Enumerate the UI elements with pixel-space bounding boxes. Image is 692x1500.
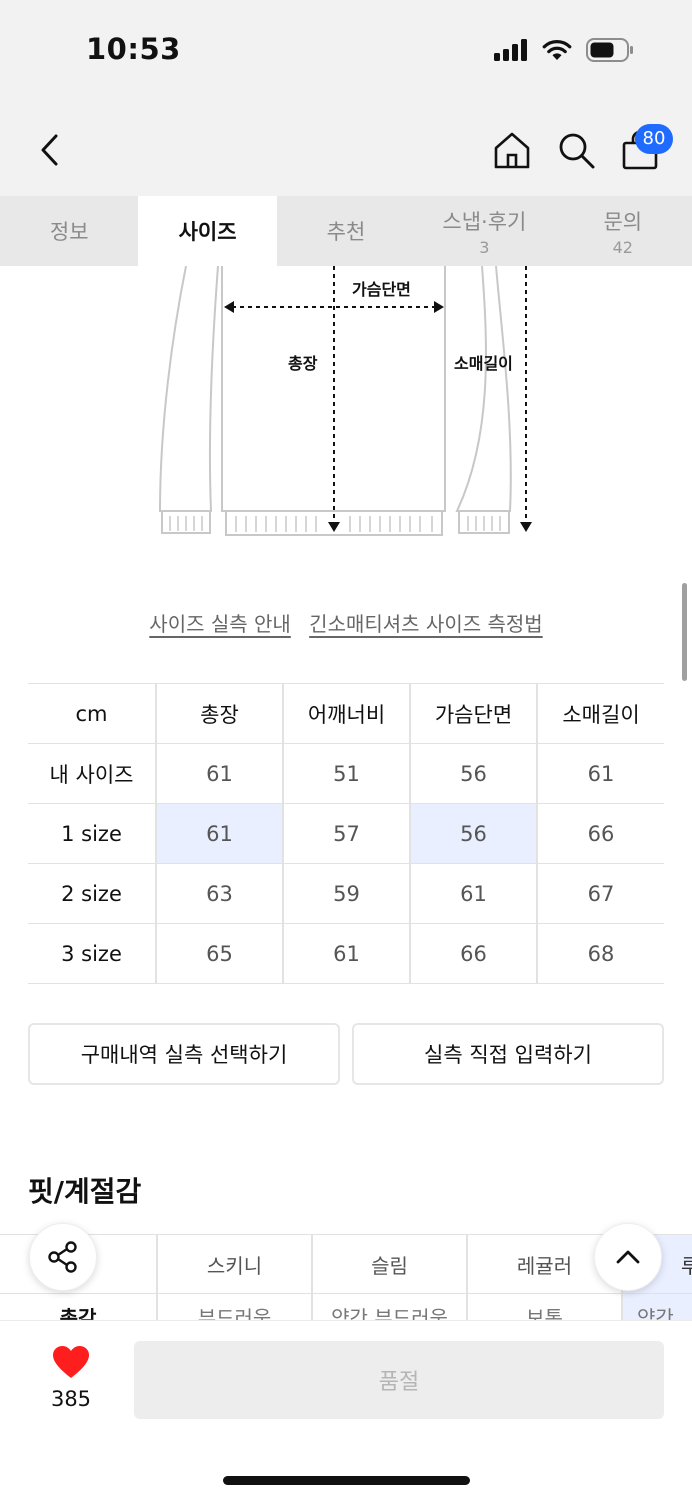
table-cell: 61 <box>282 923 410 984</box>
scrollbar[interactable] <box>682 583 687 681</box>
battery-icon <box>586 38 633 62</box>
size-table: cm 총장 어깨너비 가슴단면 소매길이 내 사이즈 61 51 56 61 1… <box>28 683 664 984</box>
row-label: 3 size <box>28 923 156 984</box>
share-icon <box>48 1241 77 1273</box>
size-guide-links: 사이즈 실측 안내 긴소매티셔츠 사이즈 측정법 <box>0 608 692 637</box>
like-count: 385 <box>50 1387 92 1411</box>
table-cell: 61 <box>536 743 664 804</box>
table-cell: 67 <box>536 863 664 924</box>
status-bar: 10:53 <box>0 0 692 100</box>
bottom-purchase-bar: 385 품절 <box>0 1320 692 1500</box>
table-cell: 68 <box>536 923 664 984</box>
sleeve-length-label: 소매길이 <box>454 354 513 373</box>
table-row: 3 size 65 61 66 68 <box>28 923 664 984</box>
measurement-actions: 구매내역 실측 선택하기 실측 직접 입력하기 <box>28 1023 664 1085</box>
search-button[interactable] <box>556 130 596 170</box>
tab-recommend[interactable]: 추천 <box>277 196 415 266</box>
size-guide-link[interactable]: 사이즈 실측 안내 <box>149 612 291 636</box>
size-measurement-diagram: 가슴단면 총장 소매길이 <box>0 265 692 556</box>
scroll-top-button[interactable] <box>594 1223 662 1291</box>
table-cell: 61 <box>155 743 283 804</box>
table-cell: 56 <box>409 743 537 804</box>
table-header-row: cm 총장 어깨너비 가슴단면 소매길이 <box>28 683 664 744</box>
chevron-left-icon <box>41 134 58 166</box>
header-cell: 가슴단면 <box>409 683 537 744</box>
tab-count: 3 <box>479 237 490 257</box>
fit-row: 핏 스키니 슬림 레귤러 루 <box>0 1234 692 1294</box>
header-cell: 소매길이 <box>536 683 664 744</box>
chest-width-label: 가슴단면 <box>352 280 411 299</box>
chevron-up-icon <box>616 1250 640 1264</box>
tab-label: 문의 <box>603 209 643 234</box>
tab-count: 42 <box>612 237 633 257</box>
home-icon <box>494 132 530 169</box>
soldout-button[interactable]: 품절 <box>134 1341 664 1419</box>
table-row: 1 size 61 57 56 66 <box>28 803 664 864</box>
header-cell: cm <box>28 683 156 744</box>
table-row: 2 size 63 59 61 67 <box>28 863 664 924</box>
table-cell: 66 <box>409 923 537 984</box>
back-button[interactable] <box>34 130 68 170</box>
product-tabs: 정보 사이즈 추천 스냅·후기 3 문의 42 <box>0 196 692 266</box>
signal-icon <box>494 39 527 61</box>
tab-size[interactable]: 사이즈 <box>138 196 277 266</box>
table-cell: 63 <box>155 863 283 924</box>
tab-label: 사이즈 <box>178 220 237 244</box>
fit-option: 슬림 <box>311 1235 466 1293</box>
cart-count-badge: 80 <box>635 124 673 154</box>
row-label: 1 size <box>28 803 156 864</box>
select-purchase-history-button[interactable]: 구매내역 실측 선택하기 <box>28 1023 340 1085</box>
like-button[interactable]: 385 <box>30 1345 112 1411</box>
share-button[interactable] <box>29 1223 97 1291</box>
home-button[interactable] <box>492 130 532 170</box>
row-label: 2 size <box>28 863 156 924</box>
wifi-icon <box>542 40 572 60</box>
fit-option: 스키니 <box>156 1235 311 1293</box>
tab-snap-review[interactable]: 스냅·후기 3 <box>415 196 553 266</box>
table-cell: 65 <box>155 923 283 984</box>
heart-icon <box>53 1346 89 1378</box>
direct-input-button[interactable]: 실측 직접 입력하기 <box>352 1023 664 1085</box>
header-cell: 총장 <box>155 683 283 744</box>
home-indicator <box>223 1476 470 1485</box>
table-row: 내 사이즈 61 51 56 61 <box>28 743 664 804</box>
table-cell: 59 <box>282 863 410 924</box>
table-cell: 61 <box>409 863 537 924</box>
sweatshirt-outline <box>158 265 532 536</box>
tab-label: 정보 <box>49 220 89 244</box>
top-nav <box>0 100 692 196</box>
status-time: 10:53 <box>86 32 181 66</box>
measure-method-link[interactable]: 긴소매티셔츠 사이즈 측정법 <box>309 612 543 636</box>
table-cell: 57 <box>282 803 410 864</box>
table-cell-match: 56 <box>409 803 537 864</box>
tab-inquiry[interactable]: 문의 42 <box>554 196 692 266</box>
table-cell: 66 <box>536 803 664 864</box>
table-cell-match: 61 <box>155 803 283 864</box>
status-icons <box>494 38 634 62</box>
row-label: 내 사이즈 <box>28 743 156 804</box>
tab-label: 추천 <box>326 220 366 244</box>
search-icon <box>559 133 595 169</box>
fit-section-title: 핏/계절감 <box>28 1175 142 1208</box>
tab-info[interactable]: 정보 <box>0 196 138 266</box>
total-length-label: 총장 <box>288 354 318 373</box>
header-cell: 어깨너비 <box>282 683 410 744</box>
tab-label: 스냅·후기 <box>442 209 527 234</box>
table-cell: 51 <box>282 743 410 804</box>
